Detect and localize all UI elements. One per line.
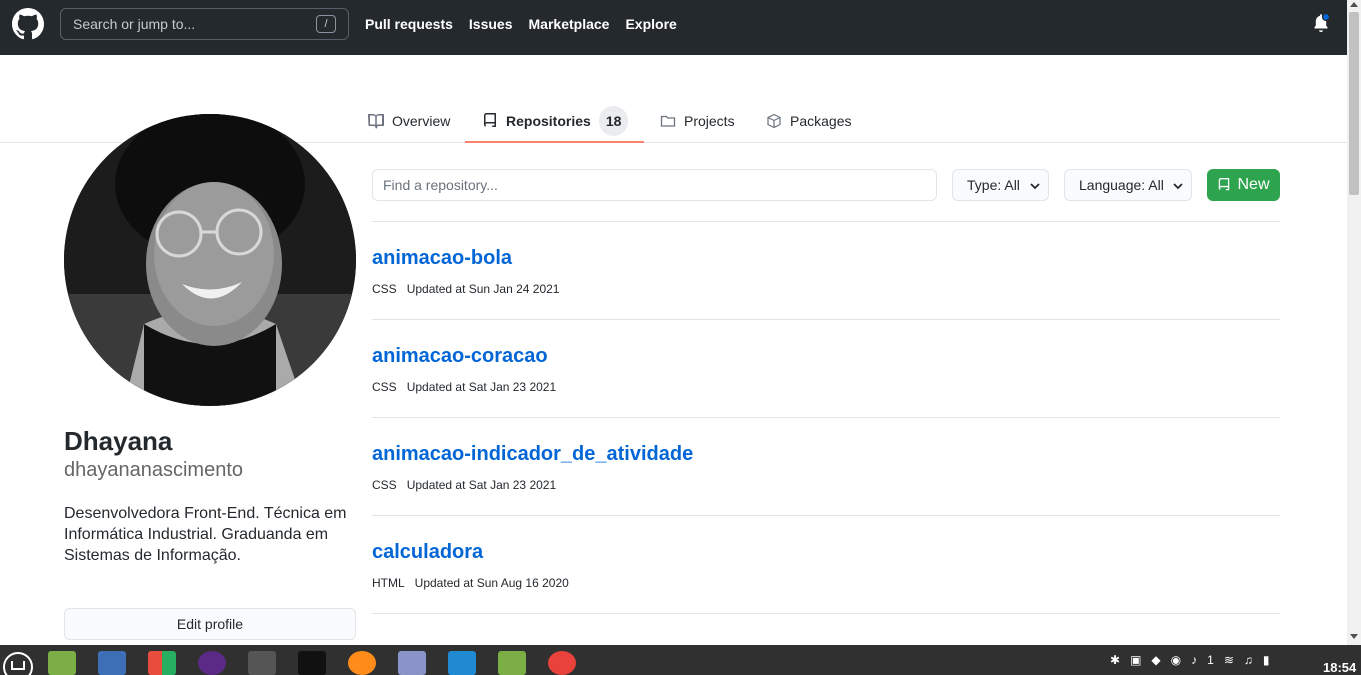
list-item: animacao-coracao CSS Updated at Sat Jan 2… bbox=[372, 319, 1280, 417]
tab-overview[interactable]: Overview bbox=[368, 100, 450, 142]
chevron-down-icon bbox=[1030, 183, 1040, 190]
screenshot-icon[interactable] bbox=[98, 651, 126, 675]
eclipse-icon[interactable] bbox=[198, 651, 226, 675]
project-icon bbox=[660, 115, 676, 127]
firefox-icon[interactable] bbox=[348, 651, 376, 675]
find-repository-input[interactable] bbox=[372, 169, 937, 201]
search-input[interactable]: Search or jump to... / bbox=[60, 8, 349, 40]
battery-icon[interactable]: ▮ bbox=[1263, 653, 1270, 667]
repo-meta: CSS Updated at Sat Jan 23 2021 bbox=[372, 478, 556, 492]
chevron-down-icon bbox=[1173, 183, 1183, 190]
system-tray: ✱ ▣ ◆ ◉ ♪ 1 ≋ ♫ ▮ bbox=[1110, 645, 1269, 675]
scroll-down-arrow-icon[interactable] bbox=[1350, 634, 1358, 639]
clipboard-icon[interactable]: ▣ bbox=[1130, 653, 1141, 667]
list-item: animacao-indicador_de_atividade CSS Updat… bbox=[372, 417, 1280, 515]
repo-updated: Updated at Sun Jan 24 2021 bbox=[406, 282, 560, 296]
nav-marketplace[interactable]: Marketplace bbox=[529, 16, 610, 32]
type-select-label: Type: All bbox=[967, 177, 1020, 193]
repo-updated: Updated at Sun Aug 16 2020 bbox=[414, 576, 569, 590]
tab-packages-label: Packages bbox=[790, 113, 852, 129]
header-nav: Pull requests Issues Marketplace Explore bbox=[365, 16, 677, 32]
repo-link[interactable]: animacao-coracao bbox=[372, 345, 548, 368]
repo-link[interactable]: calculadora bbox=[372, 541, 483, 564]
repo-language: CSS bbox=[372, 282, 397, 296]
nvidia-icon[interactable]: ◉ bbox=[1171, 653, 1181, 667]
list-item: calculadora HTML Updated at Sun Aug 16 20… bbox=[372, 515, 1280, 613]
repo-language: CSS bbox=[372, 380, 397, 394]
repo-meta: CSS Updated at Sat Jan 23 2021 bbox=[372, 380, 556, 394]
repository-list: animacao-bola CSS Updated at Sun Jan 24 2… bbox=[372, 221, 1280, 637]
wifi-icon[interactable]: ≋ bbox=[1224, 653, 1234, 667]
search-shortcut-key: / bbox=[316, 15, 336, 33]
notifications-icon[interactable]: ♪ bbox=[1191, 653, 1197, 667]
clock[interactable]: 18:54 bbox=[1323, 660, 1356, 675]
repo-updated: Updated at Sat Jan 23 2021 bbox=[406, 380, 557, 394]
repo-language: CSS bbox=[372, 478, 397, 492]
calculator-icon[interactable] bbox=[248, 651, 276, 675]
scroll-thumb[interactable] bbox=[1349, 12, 1359, 195]
repo-language: HTML bbox=[372, 576, 405, 590]
tab-projects[interactable]: Projects bbox=[660, 100, 735, 142]
page-scrollbar[interactable] bbox=[1347, 0, 1361, 645]
repositories-count-badge: 18 bbox=[598, 105, 629, 136]
repo-link[interactable]: animacao-indicador_de_atividade bbox=[372, 443, 693, 466]
repo-link[interactable]: animacao-bola bbox=[372, 247, 512, 270]
terminal-icon[interactable] bbox=[298, 651, 326, 675]
profile-name: Dhayana bbox=[64, 426, 173, 456]
profile-bio: Desenvolvedora Front-End. Técnica em Inf… bbox=[64, 505, 347, 564]
mint-menu-icon[interactable] bbox=[2, 651, 34, 675]
tab-overview-label: Overview bbox=[392, 113, 451, 129]
sound-icon[interactable]: ♫ bbox=[1244, 653, 1253, 667]
color-app-icon[interactable] bbox=[148, 651, 176, 675]
chrome-icon[interactable] bbox=[548, 651, 576, 675]
tab-projects-label: Projects bbox=[684, 113, 735, 129]
repo-updated: Updated at Sat Jan 23 2021 bbox=[406, 478, 557, 492]
vscode-icon[interactable] bbox=[448, 651, 476, 675]
tab-repositories-label: Repositories bbox=[506, 112, 591, 129]
repo-meta: HTML Updated at Sun Aug 16 2020 bbox=[372, 576, 569, 590]
repo-meta: CSS Updated at Sun Jan 24 2021 bbox=[372, 282, 559, 296]
notification-count: 1 bbox=[1207, 653, 1214, 667]
os-taskbar: ✱ ▣ ◆ ◉ ♪ 1 ≋ ♫ ▮ 18:54 bbox=[0, 645, 1361, 675]
edit-profile-button[interactable]: Edit profile bbox=[64, 608, 356, 640]
avatar-photo bbox=[64, 114, 356, 406]
list-item: animacao-bola CSS Updated at Sun Jan 24 2… bbox=[372, 221, 1280, 319]
language-select[interactable]: Language: All bbox=[1064, 169, 1192, 201]
new-repository-button[interactable]: New bbox=[1207, 169, 1280, 201]
search-placeholder: Search or jump to... bbox=[73, 16, 196, 32]
list-item bbox=[372, 613, 1280, 637]
bluetooth-icon[interactable]: ✱ bbox=[1110, 653, 1120, 667]
package-icon bbox=[767, 113, 781, 129]
notification-bell-icon[interactable] bbox=[1310, 12, 1332, 34]
nav-issues[interactable]: Issues bbox=[469, 16, 513, 32]
scroll-up-arrow-icon[interactable] bbox=[1350, 2, 1358, 7]
files-icon[interactable] bbox=[498, 651, 526, 675]
tab-repositories[interactable]: Repositories 18 bbox=[465, 100, 644, 143]
tab-packages[interactable]: Packages bbox=[766, 100, 851, 142]
shield-icon[interactable]: ◆ bbox=[1151, 653, 1160, 667]
repo-icon bbox=[484, 112, 496, 127]
top-header: Search or jump to... / Pull requests Iss… bbox=[0, 0, 1347, 55]
book-icon bbox=[368, 114, 384, 129]
github-logo-icon[interactable] bbox=[12, 8, 44, 40]
type-select[interactable]: Type: All bbox=[952, 169, 1049, 201]
show-desktop-icon[interactable] bbox=[48, 651, 76, 675]
profile-login: dhayananascimento bbox=[64, 459, 244, 481]
text-editor-icon[interactable] bbox=[398, 651, 426, 675]
avatar[interactable] bbox=[64, 114, 356, 406]
new-button-label: New bbox=[1237, 176, 1270, 193]
language-select-label: Language: All bbox=[1079, 177, 1164, 193]
nav-explore[interactable]: Explore bbox=[625, 16, 676, 32]
nav-pull-requests[interactable]: Pull requests bbox=[365, 16, 453, 32]
repo-icon bbox=[1219, 178, 1230, 191]
